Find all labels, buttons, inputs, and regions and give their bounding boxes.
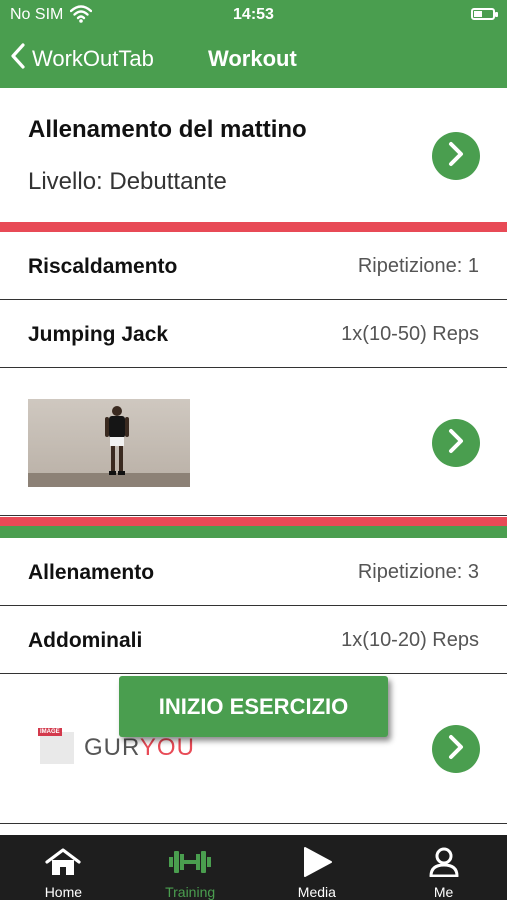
tab-label: Home [44, 884, 83, 900]
exercise-row-jumping-jack[interactable]: Jumping Jack 1x(10-50) Reps [0, 302, 507, 368]
page-title: Workout [208, 46, 297, 71]
exercise-reps: 1x(10-20) Reps [341, 629, 479, 651]
tab-media[interactable]: Media [254, 835, 381, 900]
chevron-right-icon [446, 141, 466, 172]
exercise-row-addominali[interactable]: Addominali 1x(10-20) Reps [0, 608, 507, 674]
home-icon [44, 847, 82, 882]
chevron-right-icon [446, 734, 466, 765]
exercise-media-row[interactable] [0, 368, 507, 516]
exercise-reps: 1x(10-50) Reps [341, 323, 479, 345]
warmup-section-header: Riscaldamento Ripetizione: 1 [0, 234, 507, 300]
section-divider [0, 517, 507, 526]
tab-bar: Home Training Media Me [0, 835, 507, 900]
dumbbell-icon [167, 847, 213, 882]
training-title: Allenamento [28, 561, 155, 584]
exercise-open-button[interactable] [432, 725, 480, 773]
tab-label: Me [433, 884, 454, 900]
tab-label: Media [297, 884, 336, 900]
navigation-bar: WorkOutTab Workout [0, 30, 507, 88]
exercise-name: Jumping Jack [28, 323, 169, 346]
section-divider [0, 526, 507, 538]
user-icon [427, 847, 461, 882]
workout-level: Livello: Debuttante [28, 168, 227, 195]
chevron-right-icon [446, 428, 466, 459]
workout-name: Allenamento del mattino [28, 116, 307, 143]
tab-me[interactable]: Me [380, 835, 507, 900]
status-bar: No SIM 14:53 [0, 0, 507, 30]
back-button[interactable]: WorkOutTab [10, 30, 154, 88]
exercise-thumbnail [28, 399, 190, 487]
brand-logo: GURYOU [84, 734, 195, 761]
warmup-title: Riscaldamento [28, 255, 178, 278]
workout-header[interactable]: Allenamento del mattino Livello: Debutta… [0, 88, 507, 222]
chevron-left-icon [10, 43, 26, 75]
tab-training[interactable]: Training [127, 835, 254, 900]
workout-details-button[interactable] [432, 132, 480, 180]
training-repeat: Ripetizione: 3 [357, 561, 479, 583]
training-section-header: Allenamento Ripetizione: 3 [0, 540, 507, 606]
start-exercise-button[interactable]: INIZIO ESERCIZIO [119, 676, 388, 737]
exercise-name: Addominali [28, 629, 143, 652]
tab-home[interactable]: Home [0, 835, 127, 900]
play-icon [300, 847, 334, 882]
back-button-label: WorkOutTab [32, 46, 154, 71]
section-divider [0, 222, 507, 232]
image-placeholder-icon: IMAGE [38, 728, 74, 764]
exercise-open-button[interactable] [432, 419, 480, 467]
image-tag: IMAGE [38, 728, 62, 736]
battery-icon [471, 8, 498, 20]
tab-label: Training [165, 884, 216, 900]
warmup-repeat: Ripetizione: 1 [357, 255, 479, 277]
clock-time: 14:53 [233, 6, 274, 23]
